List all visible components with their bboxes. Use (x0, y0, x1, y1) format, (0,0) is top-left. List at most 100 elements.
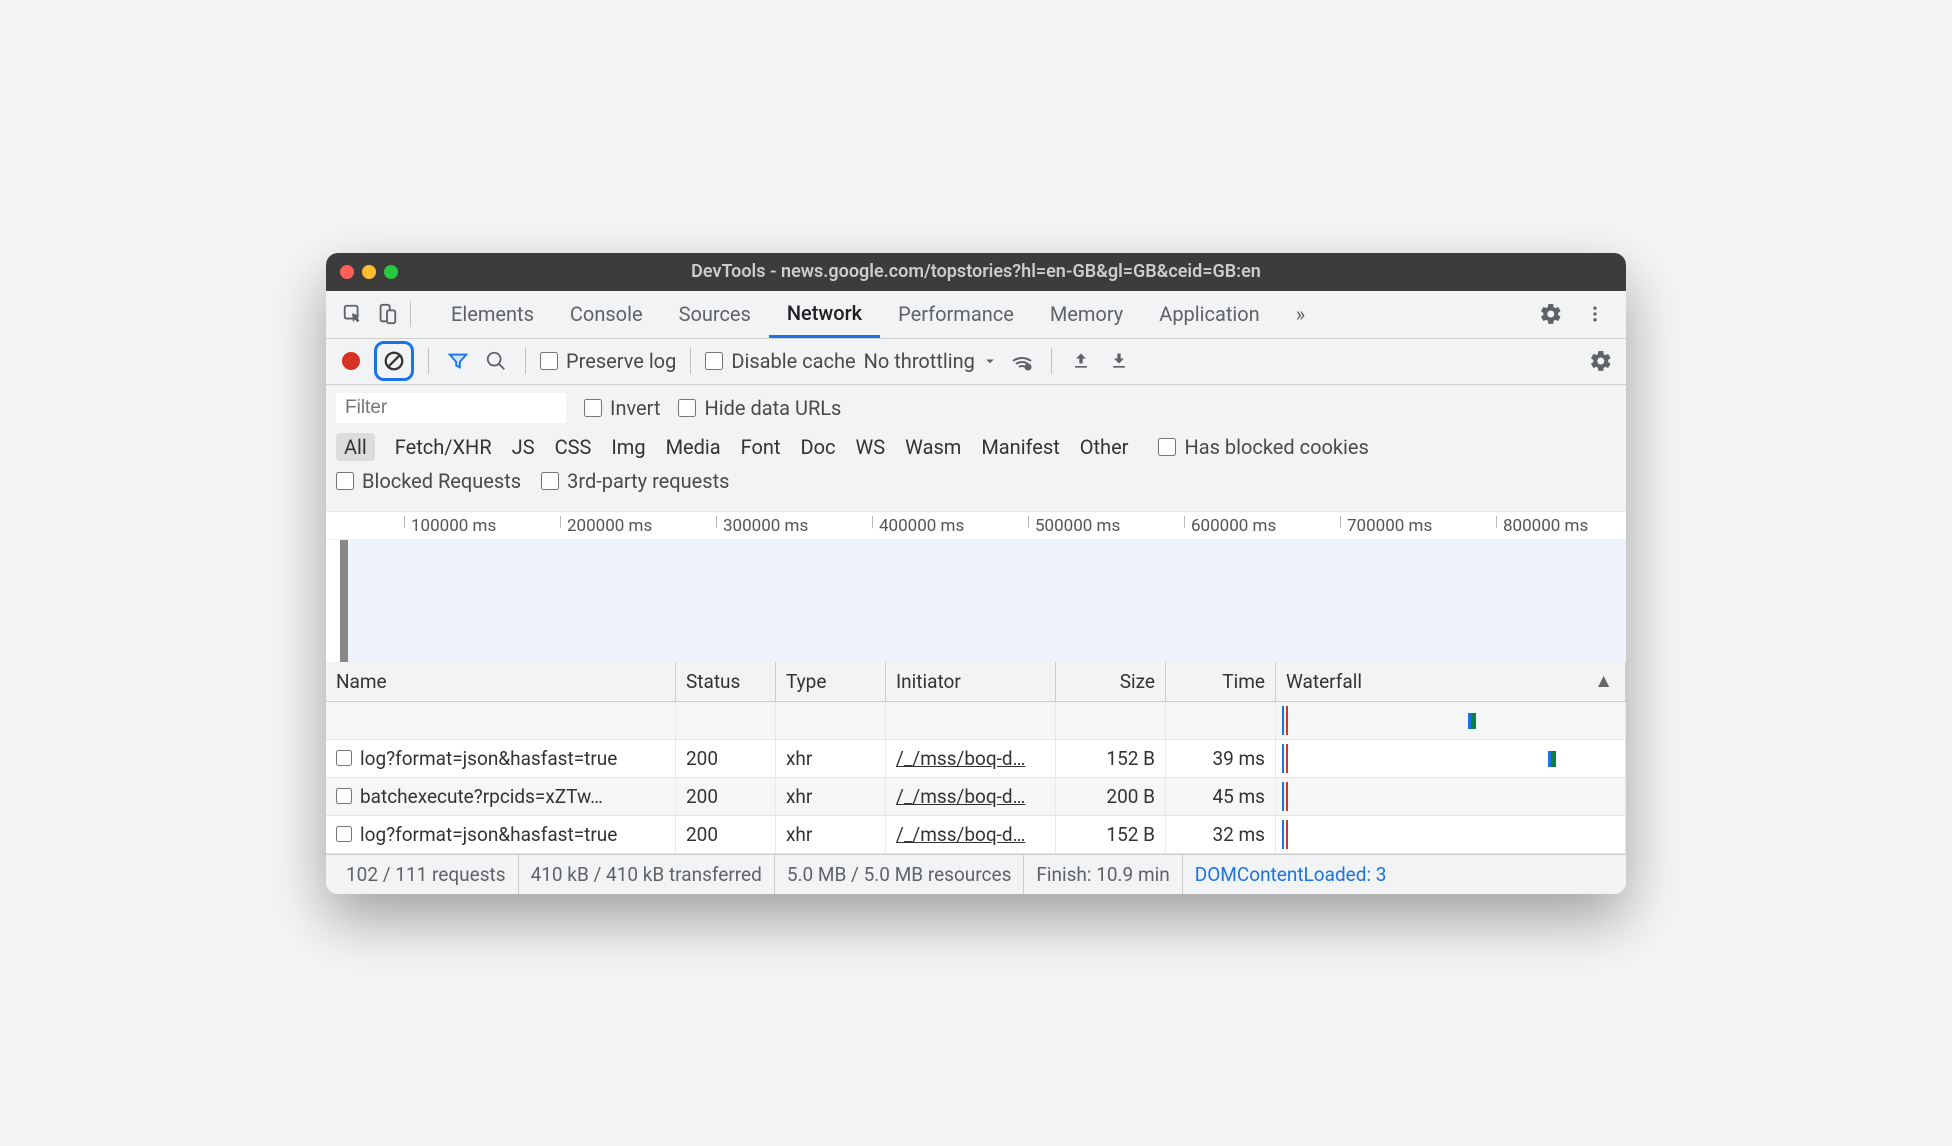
request-size: 200 B (1056, 778, 1166, 815)
table-row[interactable]: batchexecute?rpcids=xZTw… 200 xhr /_/mss… (326, 778, 1626, 816)
row-checkbox[interactable] (336, 826, 352, 842)
maximize-window-button[interactable] (384, 265, 398, 279)
third-party-checkbox[interactable]: 3rd-party requests (541, 469, 729, 493)
status-finish: Finish: 10.9 min (1024, 855, 1182, 894)
blocked-requests-label: Blocked Requests (362, 469, 521, 493)
request-table: Name Status Type Initiator Size Time Wat… (326, 662, 1626, 854)
tl-tick: 200000 ms (560, 516, 652, 528)
filter-bar: Invert Hide data URLs All Fetch/XHR JS C… (326, 385, 1626, 512)
request-size: 152 B (1056, 816, 1166, 853)
request-initiator[interactable]: /_/mss/boq-d… (896, 747, 1025, 770)
col-waterfall[interactable]: Waterfall ▲ (1276, 662, 1626, 701)
request-time: 32 ms (1166, 816, 1276, 853)
col-name[interactable]: Name (326, 662, 676, 701)
request-size: 152 B (1056, 740, 1166, 777)
status-domcontentloaded: DOMContentLoaded: 3 (1183, 855, 1399, 894)
inspect-element-icon[interactable] (336, 297, 370, 331)
panel-tabbar: Elements Console Sources Network Perform… (326, 291, 1626, 339)
row-checkbox[interactable] (336, 750, 352, 766)
col-waterfall-label: Waterfall (1286, 670, 1362, 693)
has-blocked-cookies-label: Has blocked cookies (1184, 435, 1368, 459)
separator (525, 348, 526, 374)
type-doc[interactable]: Doc (801, 435, 836, 459)
filter-toggle-icon[interactable] (443, 346, 473, 376)
timeline-overview[interactable]: 100000 ms 200000 ms 300000 ms 400000 ms … (326, 512, 1626, 662)
tab-console[interactable]: Console (552, 290, 661, 338)
tab-elements[interactable]: Elements (433, 290, 552, 338)
tl-tick: 600000 ms (1184, 516, 1276, 528)
col-initiator[interactable]: Initiator (886, 662, 1056, 701)
throttling-select[interactable]: No throttling (864, 349, 999, 373)
type-manifest[interactable]: Manifest (981, 435, 1059, 459)
type-img[interactable]: Img (611, 435, 645, 459)
type-js[interactable]: JS (512, 435, 535, 459)
tab-network[interactable]: Network (769, 290, 880, 338)
separator (690, 348, 691, 374)
separator (1051, 348, 1052, 374)
tl-tick: 700000 ms (1340, 516, 1432, 528)
type-css[interactable]: CSS (555, 435, 592, 459)
hide-data-urls-checkbox[interactable]: Hide data URLs (678, 396, 841, 420)
search-icon[interactable] (481, 346, 511, 376)
type-media[interactable]: Media (666, 435, 721, 459)
tab-performance[interactable]: Performance (880, 290, 1032, 338)
row-checkbox[interactable] (336, 788, 352, 804)
invert-checkbox[interactable]: Invert (584, 396, 660, 420)
type-ws[interactable]: WS (856, 435, 886, 459)
col-status[interactable]: Status (676, 662, 776, 701)
table-row[interactable]: log?format=json&hasfast=true 200 xhr /_/… (326, 740, 1626, 778)
status-resources: 5.0 MB / 5.0 MB resources (775, 855, 1025, 894)
request-initiator[interactable]: /_/mss/boq-d… (896, 823, 1025, 846)
type-fetch-xhr[interactable]: Fetch/XHR (395, 435, 492, 459)
minimize-window-button[interactable] (362, 265, 376, 279)
record-button[interactable] (336, 346, 366, 376)
download-har-icon[interactable] (1104, 346, 1134, 376)
disable-cache-checkbox[interactable]: Disable cache (705, 349, 855, 373)
blocked-requests-checkbox[interactable]: Blocked Requests (336, 469, 521, 493)
preserve-log-checkbox[interactable]: Preserve log (540, 349, 676, 373)
separator (428, 348, 429, 374)
type-wasm[interactable]: Wasm (905, 435, 961, 459)
request-time: 39 ms (1166, 740, 1276, 777)
network-conditions-icon[interactable] (1007, 346, 1037, 376)
request-name: log?format=json&hasfast=true (360, 747, 617, 770)
close-window-button[interactable] (340, 265, 354, 279)
type-other[interactable]: Other (1080, 435, 1129, 459)
request-type: xhr (776, 816, 886, 853)
tab-application[interactable]: Application (1141, 290, 1277, 338)
clear-log-button[interactable] (374, 341, 414, 381)
col-type[interactable]: Type (776, 662, 886, 701)
upload-har-icon[interactable] (1066, 346, 1096, 376)
tab-sources[interactable]: Sources (661, 290, 769, 338)
table-row[interactable] (326, 702, 1626, 740)
titlebar: DevTools - news.google.com/topstories?hl… (326, 253, 1626, 291)
tl-tick: 400000 ms (872, 516, 964, 528)
invert-label: Invert (610, 396, 660, 420)
device-toggle-icon[interactable] (370, 297, 404, 331)
status-transferred: 410 kB / 410 kB transferred (519, 855, 775, 894)
tab-memory[interactable]: Memory (1032, 290, 1141, 338)
kebab-menu-icon[interactable] (1578, 297, 1612, 331)
status-requests: 102 / 111 requests (334, 855, 519, 894)
request-initiator[interactable]: /_/mss/boq-d… (896, 785, 1025, 808)
timeline-body (326, 540, 1626, 662)
devtools-window: DevTools - news.google.com/topstories?hl… (326, 253, 1626, 894)
table-row[interactable]: log?format=json&hasfast=true 200 xhr /_/… (326, 816, 1626, 854)
tl-tick: 300000 ms (716, 516, 808, 528)
filter-input[interactable] (336, 393, 566, 423)
timeline-ruler: 100000 ms 200000 ms 300000 ms 400000 ms … (326, 512, 1626, 540)
hide-data-urls-label: Hide data URLs (704, 396, 841, 420)
network-settings-icon[interactable] (1586, 346, 1616, 376)
col-size[interactable]: Size (1056, 662, 1166, 701)
request-time: 45 ms (1166, 778, 1276, 815)
type-font[interactable]: Font (741, 435, 781, 459)
type-all[interactable]: All (336, 433, 375, 461)
request-status: 200 (676, 740, 776, 777)
has-blocked-cookies-checkbox[interactable]: Has blocked cookies (1158, 435, 1368, 459)
more-tabs-button[interactable]: » (1278, 290, 1323, 338)
type-filter-row: All Fetch/XHR JS CSS Img Media Font Doc … (336, 433, 1616, 461)
col-time[interactable]: Time (1166, 662, 1276, 701)
request-type: xhr (776, 740, 886, 777)
settings-gear-icon[interactable] (1534, 297, 1568, 331)
request-status: 200 (676, 778, 776, 815)
